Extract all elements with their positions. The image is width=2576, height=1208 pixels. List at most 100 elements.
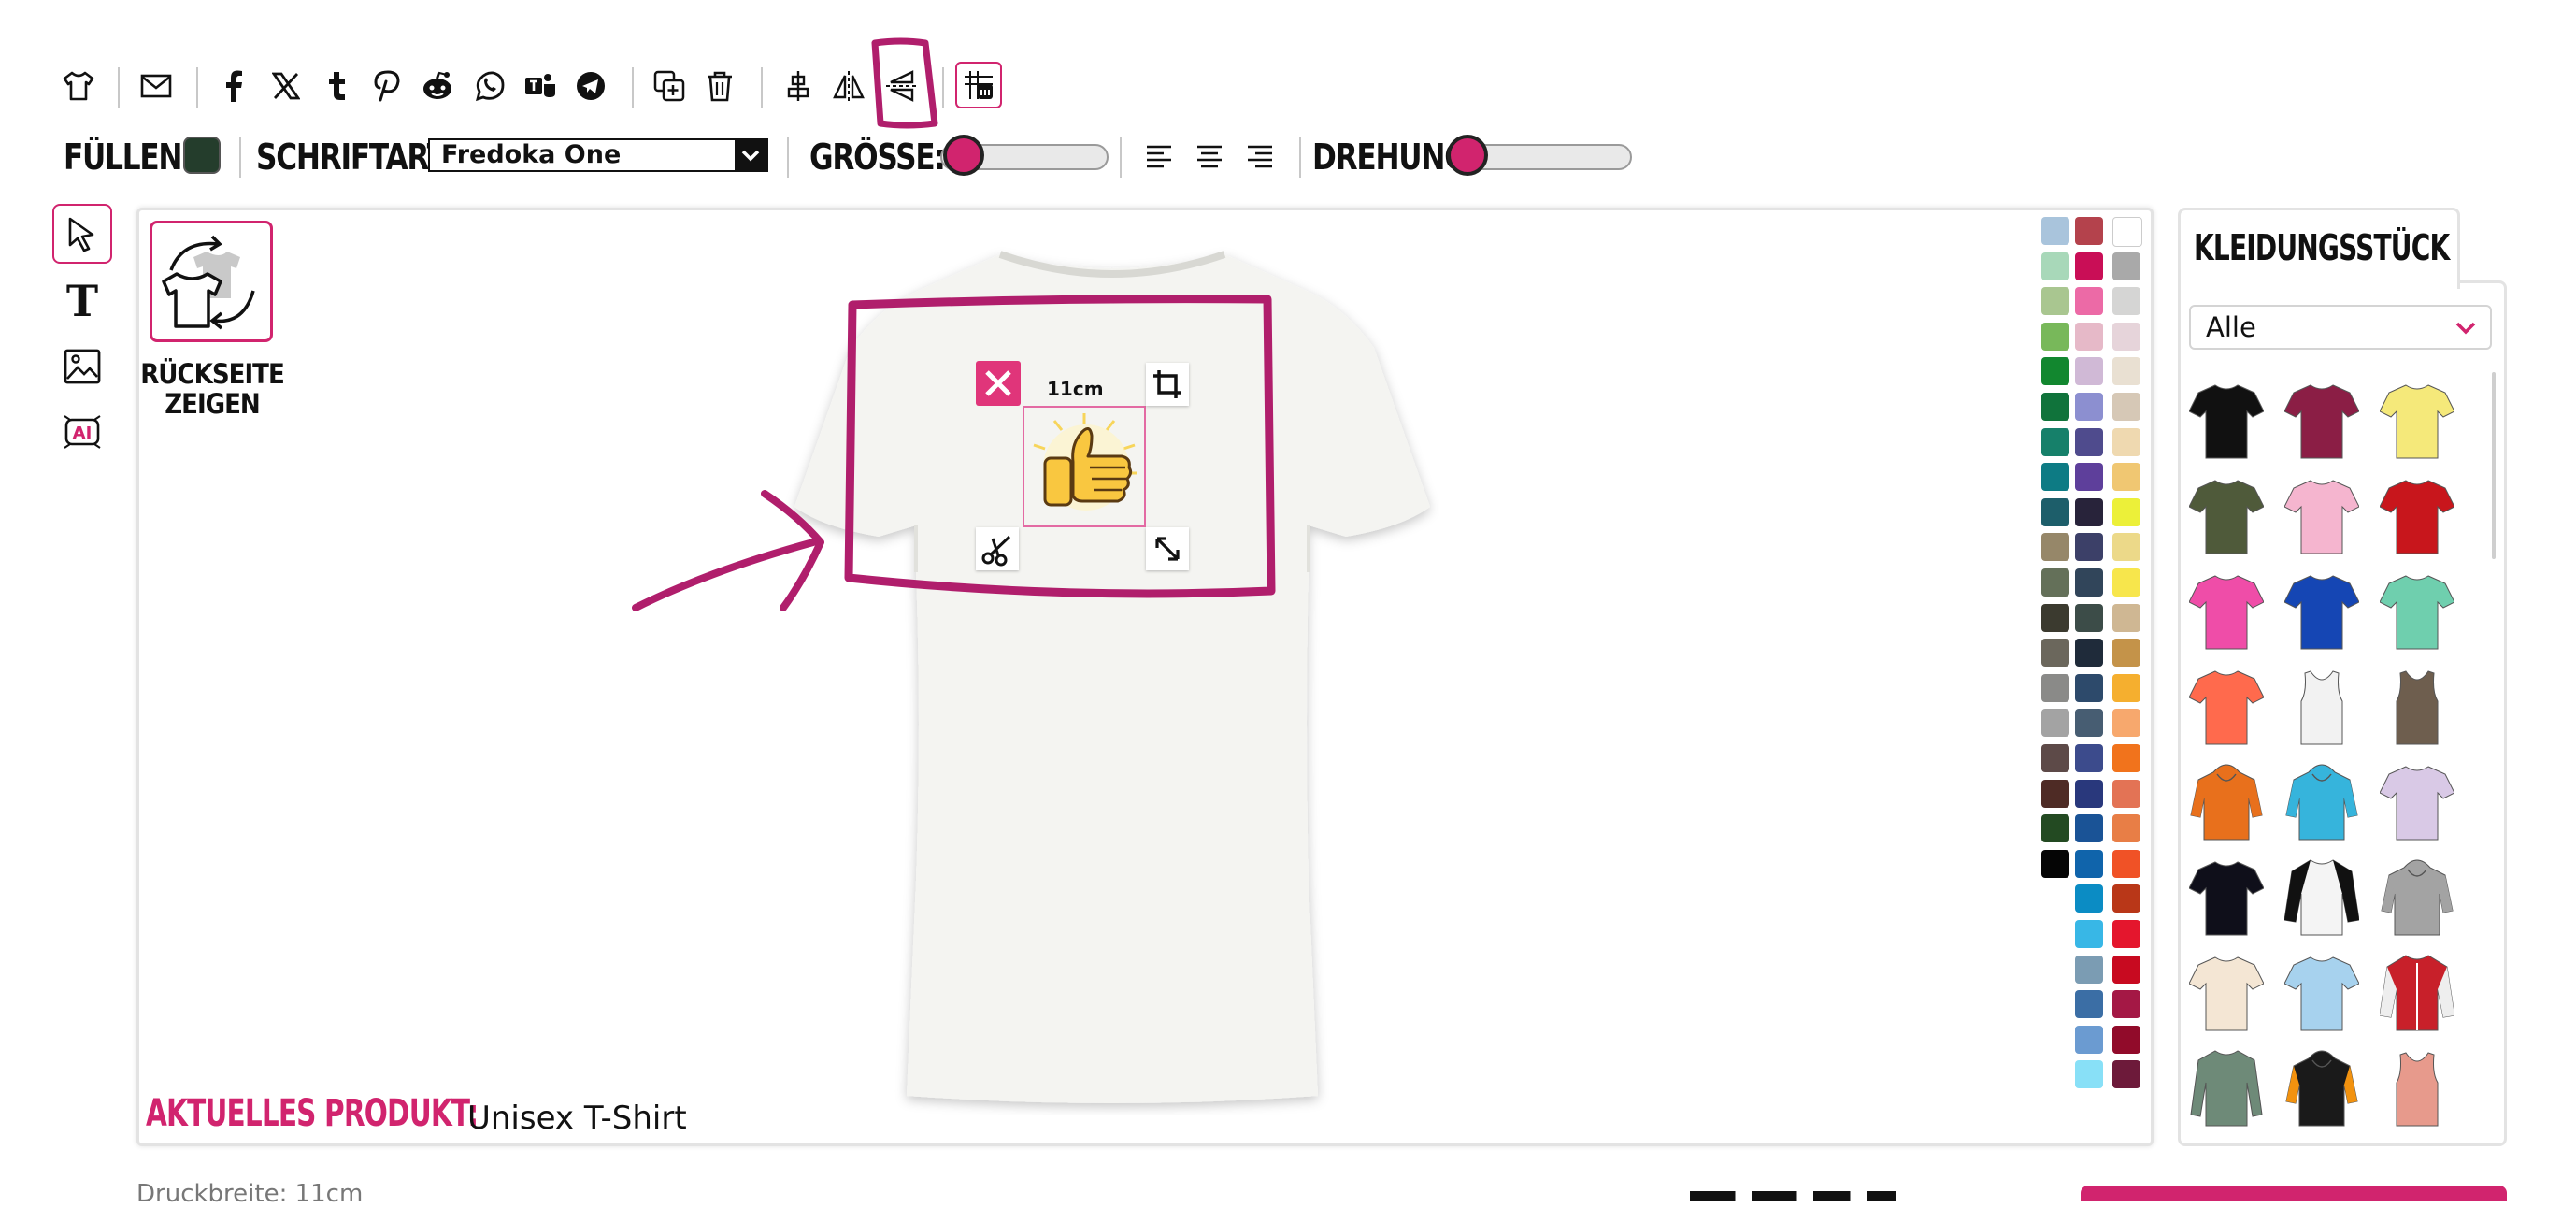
color-swatch[interactable] xyxy=(2112,779,2140,808)
color-swatch[interactable] xyxy=(2075,709,2103,738)
pinterest-icon[interactable] xyxy=(366,65,408,107)
color-swatch[interactable] xyxy=(2041,849,2069,878)
color-swatch[interactable] xyxy=(2041,252,2069,280)
garment-filter-select[interactable]: Alle xyxy=(2189,305,2492,350)
garment-thumbnail[interactable] xyxy=(2189,664,2264,748)
color-swatch[interactable] xyxy=(2041,393,2069,421)
text-tool[interactable]: T xyxy=(52,271,112,331)
x-icon[interactable] xyxy=(265,65,307,107)
color-swatch[interactable] xyxy=(2075,990,2103,1019)
color-swatch[interactable] xyxy=(2041,814,2069,843)
color-swatch[interactable] xyxy=(2075,779,2103,808)
garment-thumbnail[interactable] xyxy=(2189,759,2264,843)
color-swatch[interactable] xyxy=(2075,849,2103,878)
telegram-icon[interactable] xyxy=(570,65,611,107)
garment-thumbnail[interactable] xyxy=(2380,473,2454,557)
align-center-text-icon[interactable] xyxy=(1189,137,1230,178)
color-swatch[interactable] xyxy=(2112,568,2140,597)
color-swatch[interactable] xyxy=(2075,393,2103,421)
garment-thumbnail[interactable] xyxy=(2189,855,2264,939)
color-swatch[interactable] xyxy=(2041,709,2069,738)
color-swatch[interactable] xyxy=(2112,639,2140,668)
delete-element-button[interactable] xyxy=(976,361,1021,406)
color-swatch[interactable] xyxy=(2112,252,2140,280)
garment-thumbnail[interactable] xyxy=(2284,855,2359,939)
garment-thumbnail[interactable] xyxy=(2380,568,2454,653)
mail-icon[interactable] xyxy=(136,65,177,107)
color-swatch[interactable] xyxy=(2075,814,2103,843)
size-slider[interactable] xyxy=(940,135,1109,176)
color-swatch[interactable] xyxy=(2075,322,2103,351)
garment-thumbnail[interactable] xyxy=(2189,473,2264,557)
color-swatch[interactable] xyxy=(2112,497,2140,526)
color-swatch[interactable] xyxy=(2075,603,2103,632)
color-swatch[interactable] xyxy=(2075,568,2103,597)
color-swatch[interactable] xyxy=(2112,849,2140,878)
color-swatch[interactable] xyxy=(2112,1025,2140,1054)
color-swatch[interactable] xyxy=(2041,568,2069,597)
color-swatch[interactable] xyxy=(2075,884,2103,913)
duplicate-icon[interactable] xyxy=(649,65,690,107)
color-swatch[interactable] xyxy=(2075,463,2103,492)
color-swatch[interactable] xyxy=(2112,287,2140,316)
garment-thumbnail[interactable] xyxy=(2380,1045,2454,1129)
color-swatch[interactable] xyxy=(2075,287,2103,316)
color-swatch[interactable] xyxy=(2041,603,2069,632)
garment-tab[interactable]: KLEIDUNGSSTÜCK xyxy=(2178,208,2460,289)
align-right-icon[interactable] xyxy=(1239,137,1281,178)
color-swatch[interactable] xyxy=(2112,357,2140,386)
color-swatch[interactable] xyxy=(2112,427,2140,456)
color-swatch[interactable] xyxy=(2112,1060,2140,1089)
image-tool[interactable] xyxy=(52,337,112,396)
color-swatch[interactable] xyxy=(2112,463,2140,492)
garment-thumbnail[interactable] xyxy=(2189,950,2264,1034)
color-swatch[interactable] xyxy=(2075,1060,2103,1089)
color-swatch[interactable] xyxy=(2112,217,2142,247)
color-swatch[interactable] xyxy=(2075,920,2103,948)
color-swatch[interactable] xyxy=(2075,673,2103,702)
ai-tool[interactable]: AI xyxy=(52,402,112,462)
color-swatch[interactable] xyxy=(2075,427,2103,456)
color-swatch[interactable] xyxy=(2112,884,2140,913)
color-swatch[interactable] xyxy=(2041,463,2069,492)
garment-thumbnail[interactable] xyxy=(2380,378,2454,462)
color-swatch[interactable] xyxy=(2075,1025,2103,1054)
color-swatch[interactable] xyxy=(2041,322,2069,351)
color-swatch[interactable] xyxy=(2041,357,2069,386)
color-swatch[interactable] xyxy=(2041,533,2069,562)
font-select[interactable]: Fredoka One xyxy=(428,138,768,172)
color-swatch[interactable] xyxy=(2075,639,2103,668)
garment-scrollbar[interactable] xyxy=(2492,372,2496,559)
align-center-icon[interactable] xyxy=(778,65,819,107)
color-swatch[interactable] xyxy=(2075,533,2103,562)
garment-thumbnail[interactable] xyxy=(2189,568,2264,653)
garment-thumbnail[interactable] xyxy=(2380,950,2454,1034)
backside-toggle[interactable] xyxy=(150,221,273,342)
fill-color-swatch[interactable] xyxy=(183,137,221,174)
color-swatch[interactable] xyxy=(2112,533,2140,562)
garment-thumbnail[interactable] xyxy=(2284,568,2359,653)
color-swatch[interactable] xyxy=(2112,393,2140,421)
select-tool[interactable] xyxy=(52,204,112,264)
backside-label[interactable]: RÜCKSEITE ZEIGEN xyxy=(140,359,285,419)
color-swatch[interactable] xyxy=(2075,497,2103,526)
garment-thumbnail[interactable] xyxy=(2284,664,2359,748)
whatsapp-icon[interactable] xyxy=(469,65,510,107)
color-swatch[interactable] xyxy=(2075,744,2103,772)
teams-icon[interactable] xyxy=(520,65,561,107)
color-swatch[interactable] xyxy=(2075,357,2103,386)
color-swatch[interactable] xyxy=(2041,427,2069,456)
design-element[interactable] xyxy=(1023,406,1146,527)
cut-button[interactable] xyxy=(976,527,1019,570)
garment-thumbnail[interactable] xyxy=(2380,664,2454,748)
resize-button[interactable] xyxy=(1146,527,1189,570)
color-swatch[interactable] xyxy=(2112,603,2140,632)
color-swatch[interactable] xyxy=(2041,779,2069,808)
color-swatch[interactable] xyxy=(2112,955,2140,984)
garment-thumbnail[interactable] xyxy=(2189,378,2264,462)
color-swatch[interactable] xyxy=(2041,639,2069,668)
garment-thumbnail[interactable] xyxy=(2380,759,2454,843)
add-to-cart-button[interactable] xyxy=(2081,1186,2507,1201)
flip-horizontal-icon[interactable] xyxy=(828,65,869,107)
color-swatch[interactable] xyxy=(2041,673,2069,702)
